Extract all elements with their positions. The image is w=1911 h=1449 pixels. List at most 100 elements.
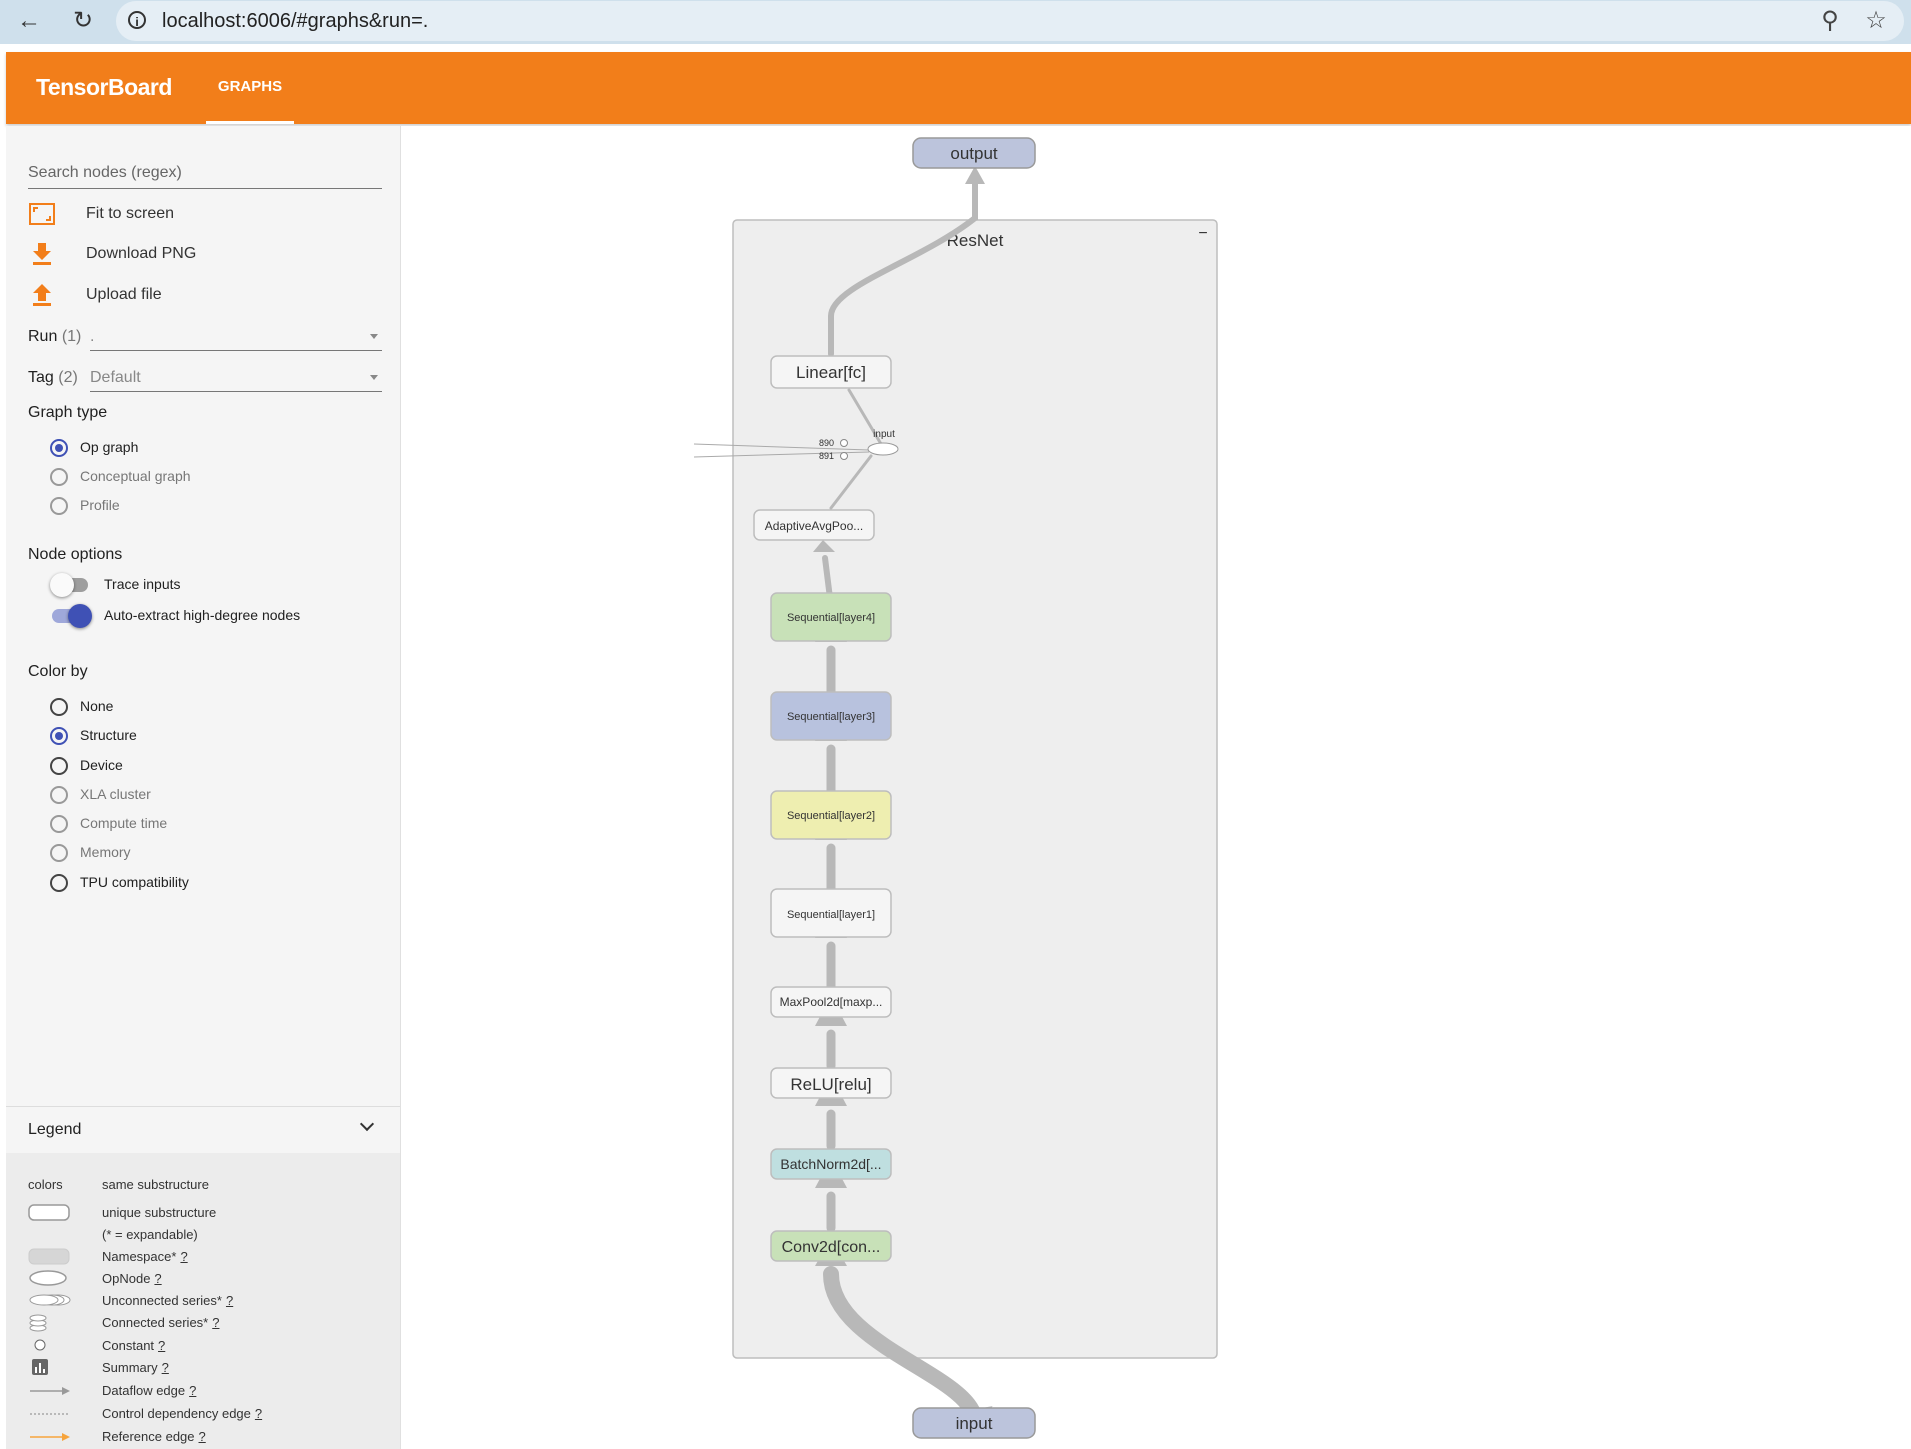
legend-item-summary: Summary? — [28, 1358, 388, 1378]
upload-file-button[interactable]: Upload file — [28, 279, 328, 311]
help-link[interactable]: ? — [226, 1293, 233, 1308]
download-png-label: Download PNG — [86, 245, 197, 262]
legend-title: Legend — [28, 1121, 82, 1138]
run-value: . — [90, 328, 95, 345]
help-link[interactable]: ? — [158, 1338, 165, 1353]
radio-color-memory[interactable]: Memory — [50, 842, 350, 864]
radio-unchecked-icon — [50, 815, 68, 833]
radio-color-device[interactable]: Device — [50, 755, 350, 777]
legend-item-connected-series: Connected series*? — [28, 1313, 388, 1333]
legend-text: unique substructure — [102, 1205, 217, 1220]
legend-item-unconnected-series: Unconnected series*? — [28, 1291, 388, 1311]
chevron-down-icon — [359, 1116, 375, 1132]
upload-icon — [33, 284, 51, 306]
help-link[interactable]: ? — [180, 1249, 187, 1264]
radio-color-none[interactable]: None — [50, 696, 350, 718]
site-info-icon[interactable]: i — [128, 11, 146, 29]
resnet-container[interactable] — [732, 219, 1218, 1359]
run-label: Run (1) — [28, 328, 82, 345]
radio-unchecked-icon — [50, 874, 68, 892]
radio-label: None — [80, 698, 114, 714]
tag-selector[interactable]: Tag (2) Default — [28, 361, 384, 395]
legend-text: Unconnected series* — [102, 1293, 222, 1308]
graph-canvas[interactable]: ResNet − 890 891 input Linear[fc] Adapti… — [401, 126, 1911, 1449]
radio-unchecked-icon — [50, 786, 68, 804]
trace-inputs-toggle[interactable]: Trace inputs — [50, 572, 380, 598]
help-link[interactable]: ? — [199, 1429, 206, 1444]
radio-unchecked-icon — [50, 497, 68, 515]
node-sequential-layer4-label: Sequential[layer4] — [787, 612, 875, 624]
toggle-label: Trace inputs — [104, 576, 181, 592]
radio-label: XLA cluster — [80, 786, 151, 802]
node-sequential-layer3-label: Sequential[layer3] — [787, 711, 875, 723]
input-op-node[interactable] — [867, 442, 899, 456]
radio-checked-icon — [50, 439, 68, 457]
radio-label: Device — [80, 757, 123, 773]
constant-icon — [34, 1339, 46, 1351]
legend-expandable-note: (* = expandable) — [28, 1225, 388, 1245]
radio-unchecked-icon — [50, 698, 68, 716]
connected-series-icon — [29, 1314, 47, 1332]
active-tab-indicator — [206, 121, 294, 124]
fit-to-screen-button[interactable]: Fit to screen — [28, 198, 328, 230]
radio-label: Profile — [80, 497, 120, 513]
tag-label: Tag (2) — [28, 369, 78, 386]
constant-890[interactable] — [840, 439, 848, 447]
radio-color-structure[interactable]: Structure — [50, 725, 350, 747]
auto-extract-toggle[interactable]: Auto-extract high-degree nodes — [50, 603, 380, 629]
back-icon[interactable]: ← — [14, 6, 44, 36]
toggle-knob — [50, 573, 74, 597]
radio-unchecked-icon — [50, 757, 68, 775]
tag-dropdown[interactable]: Default — [90, 361, 382, 392]
tab-graphs[interactable]: GRAPHS — [206, 52, 294, 124]
help-link[interactable]: ? — [154, 1271, 161, 1286]
radio-label: Memory — [80, 844, 131, 860]
address-bar[interactable]: i localhost:6006/#graphs&run=. ⚲ ☆ — [116, 1, 1904, 41]
run-dropdown[interactable]: . — [90, 320, 382, 351]
node-batchnorm2d-label: BatchNorm2d[... — [780, 1156, 881, 1172]
help-link[interactable]: ? — [255, 1406, 262, 1421]
legend-toggle[interactable]: Legend — [6, 1106, 400, 1154]
tag-count: (2) — [58, 369, 78, 386]
upload-file-label: Upload file — [86, 286, 162, 303]
caret-down-icon — [370, 334, 378, 339]
radio-profile[interactable]: Profile — [50, 495, 350, 517]
graph-svg[interactable]: ResNet − 890 891 input Linear[fc] Adapti… — [401, 126, 1911, 1449]
radio-label: Compute time — [80, 815, 168, 831]
run-selector[interactable]: Run (1) . — [28, 320, 384, 354]
reload-icon[interactable]: ↻ — [68, 6, 98, 36]
legend-text: Connected series* — [102, 1315, 209, 1330]
namespace-icon — [28, 1248, 70, 1265]
unconnected-series-icon — [29, 1294, 71, 1306]
constant-891[interactable] — [840, 452, 848, 460]
legend-text: Namespace* — [102, 1249, 177, 1264]
toggle-label: Auto-extract high-degree nodes — [104, 607, 301, 623]
node-conv2d-label: Conv2d[con... — [782, 1239, 881, 1256]
sidebar: Fit to screen Download PNG Upload file R… — [6, 126, 401, 1449]
download-icon — [33, 243, 51, 265]
search-nodes-input[interactable] — [28, 158, 382, 189]
node-sequential-layer2-label: Sequential[layer2] — [787, 810, 875, 822]
collapse-button[interactable]: − — [1198, 225, 1207, 242]
legend-item-colors: colors same substructure — [28, 1175, 388, 1195]
radio-conceptual-graph[interactable]: Conceptual graph — [50, 466, 350, 488]
run-count: (1) — [61, 328, 82, 345]
legend-item-namespace: Namespace*? — [28, 1247, 388, 1267]
tag-value: Default — [90, 369, 141, 386]
legend-text: Reference edge — [102, 1429, 195, 1444]
help-link[interactable]: ? — [162, 1360, 169, 1375]
download-png-button[interactable]: Download PNG — [28, 238, 328, 270]
node-output-label: output — [950, 144, 998, 163]
radio-color-xla-cluster[interactable]: XLA cluster — [50, 784, 350, 806]
help-link[interactable]: ? — [212, 1315, 219, 1330]
help-link[interactable]: ? — [189, 1383, 196, 1398]
bookmark-star-icon[interactable]: ☆ — [1862, 7, 1890, 35]
radio-color-tpu-compatibility[interactable]: TPU compatibility — [50, 872, 350, 894]
legend-text: Constant — [102, 1338, 155, 1353]
radio-op-graph[interactable]: Op graph — [50, 437, 350, 459]
browser-toolbar: ← ↻ i localhost:6006/#graphs&run=. ⚲ ☆ — [0, 0, 1911, 44]
legend-item-dataflow-edge: Dataflow edge? — [28, 1381, 388, 1401]
zoom-icon[interactable]: ⚲ — [1816, 7, 1844, 35]
unique-substructure-icon — [28, 1204, 70, 1221]
radio-color-compute-time[interactable]: Compute time — [50, 813, 350, 835]
